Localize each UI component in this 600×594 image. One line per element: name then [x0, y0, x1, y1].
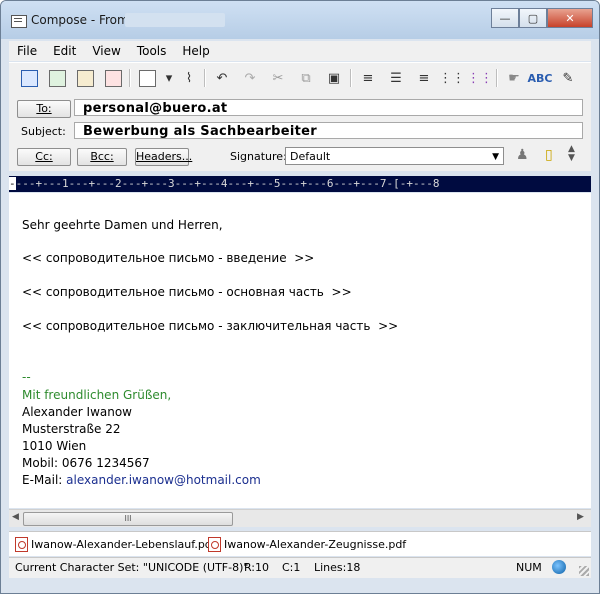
ruler: ----+---1---+---2---+---3---+---4---+---…	[9, 176, 591, 192]
title-bar: Compose - From: — ▢ ✕	[1, 1, 599, 39]
lines-status: Lines:18	[314, 561, 361, 574]
signature-closing: Mit freundlichen Grüßen,	[22, 388, 172, 402]
list-icon[interactable]: ⋮⋮	[439, 68, 465, 88]
bcc-button[interactable]: Bcc:	[77, 148, 127, 166]
color-icon[interactable]: ⋮⋮	[467, 68, 493, 88]
subject-field[interactable]: Bewerbung als Sachbearbeiter	[74, 122, 583, 139]
signature-separator: --	[22, 370, 31, 384]
menu-edit[interactable]: Edit	[45, 44, 84, 58]
send-icon[interactable]	[19, 68, 39, 88]
ruler-marks: ---+---1---+---2---+---3---+---4---+---5…	[15, 177, 440, 190]
cut-icon[interactable]: ✂	[268, 68, 288, 88]
greeting-line: Sehr geehrte Damen und Herren,	[22, 218, 223, 232]
attachment-name: Iwanow-Alexander-Zeugnisse.pdf	[224, 538, 407, 551]
redo-icon[interactable]: ↷	[240, 68, 260, 88]
signature-spin-icon[interactable]: ▲ ▼	[568, 145, 575, 163]
to-field[interactable]: personal@buero.at	[74, 99, 583, 116]
from-address-blurred	[125, 13, 225, 27]
horizontal-scrollbar[interactable]: ◀ III ▶	[9, 509, 591, 527]
signature-city: 1010 Wien	[22, 439, 87, 453]
scroll-thumb[interactable]: III	[23, 512, 233, 526]
status-bar: Current Character Set: "UNICODE (UTF-8)"…	[9, 557, 591, 578]
compose-window: Compose - From: — ▢ ✕ File Edit View Too…	[0, 0, 600, 594]
menu-tools[interactable]: Tools	[129, 44, 175, 58]
attachment-item[interactable]: Iwanow-Alexander-Lebenslauf.pdf	[15, 537, 216, 552]
undo-icon[interactable]: ↶	[212, 68, 232, 88]
copy-icon[interactable]: ⧉	[296, 68, 316, 88]
body-line-main: << сопроводительное письмо - основная ча…	[22, 285, 352, 299]
signature-value: Default	[290, 150, 331, 163]
scroll-right-icon[interactable]: ▶	[577, 512, 584, 522]
maximize-button[interactable]: ▢	[519, 8, 547, 28]
compose-headers: To: personal@buero.at Subject: Bewerbung…	[9, 93, 591, 171]
row-status: R:10	[244, 561, 270, 574]
close-button[interactable]: ✕	[547, 8, 593, 28]
menu-bar: File Edit View Tools Help	[9, 41, 591, 61]
save-dropdown-icon[interactable]: ▾	[159, 68, 179, 88]
email-link[interactable]: alexander.iwanow@hotmail.com	[66, 473, 261, 487]
resize-grip-icon[interactable]	[579, 566, 589, 576]
signature-street: Musterstraße 22	[22, 422, 121, 436]
menu-view[interactable]: View	[84, 44, 128, 58]
menu-help[interactable]: Help	[174, 44, 217, 58]
email-label: E-Mail:	[22, 473, 67, 487]
save-icon[interactable]	[137, 68, 157, 88]
spell-icon[interactable]: ABC	[528, 68, 553, 88]
chevron-down-icon: ▼	[492, 152, 499, 162]
body-line-intro: << сопроводительное письмо - введение >>	[22, 251, 315, 265]
charset-status: Current Character Set: "UNICODE (UTF-8)"	[15, 561, 249, 574]
align-left-icon[interactable]: ☰	[386, 68, 406, 88]
align-right-icon[interactable]: ≡	[414, 68, 434, 88]
to-button[interactable]: To:	[17, 100, 71, 118]
menu-file[interactable]: File	[9, 44, 45, 58]
address-book-icon[interactable]	[75, 68, 95, 88]
globe-icon	[552, 560, 566, 574]
minimize-button[interactable]: —	[491, 8, 519, 28]
subject-label: Subject:	[21, 125, 66, 138]
message-body[interactable]: Sehr geehrte Damen und Herren, << сопров…	[9, 193, 591, 508]
attach-icon[interactable]: ⌇	[179, 68, 199, 88]
attachment-name: Iwanow-Alexander-Lebenslauf.pdf	[31, 538, 216, 551]
num-lock-status: NUM	[516, 561, 542, 574]
ruler-cursor: -	[9, 177, 16, 190]
spellcheck-icon[interactable]	[47, 68, 67, 88]
body-line-closing: << сопроводительное письмо - заключитель…	[22, 319, 399, 333]
signature-format-icon[interactable]: ▯	[545, 147, 553, 163]
attachment-bar: Iwanow-Alexander-Lebenslauf.pdf Iwanow-A…	[9, 531, 591, 556]
signature-label: Signature:	[230, 150, 287, 163]
signature-name: Alexander Iwanow	[22, 405, 132, 419]
add-contact-icon[interactable]: ♟	[516, 147, 529, 163]
scroll-left-icon[interactable]: ◀	[12, 512, 19, 522]
paste-icon[interactable]: ▣	[324, 68, 344, 88]
pdf-icon	[15, 537, 28, 552]
options-icon[interactable]: ✎	[558, 68, 578, 88]
cc-button[interactable]: Cc:	[17, 148, 71, 166]
headers-button[interactable]: Headers...	[135, 148, 192, 166]
signature-select[interactable]: Default ▼	[285, 147, 504, 165]
compose-window-icon	[11, 15, 27, 28]
pdf-icon	[208, 537, 221, 552]
col-status: C:1	[282, 561, 301, 574]
window-title: Compose - From:	[31, 13, 133, 27]
toolbar: ▾ ⌇ ↶ ↷ ✂ ⧉ ▣ ≡ ☰ ≡ ⋮⋮ ⋮⋮ ☛ ABC ✎	[9, 62, 591, 94]
align-center-icon[interactable]: ≡	[358, 68, 378, 88]
signature-mobile: Mobil: 0676 1234567	[22, 456, 150, 470]
signature-email-line: E-Mail: alexander.iwanow@hotmail.com	[22, 473, 261, 487]
signature-icon[interactable]: ☛	[504, 68, 524, 88]
attachment-item[interactable]: Iwanow-Alexander-Zeugnisse.pdf	[208, 537, 406, 552]
format-icon[interactable]	[103, 68, 123, 88]
